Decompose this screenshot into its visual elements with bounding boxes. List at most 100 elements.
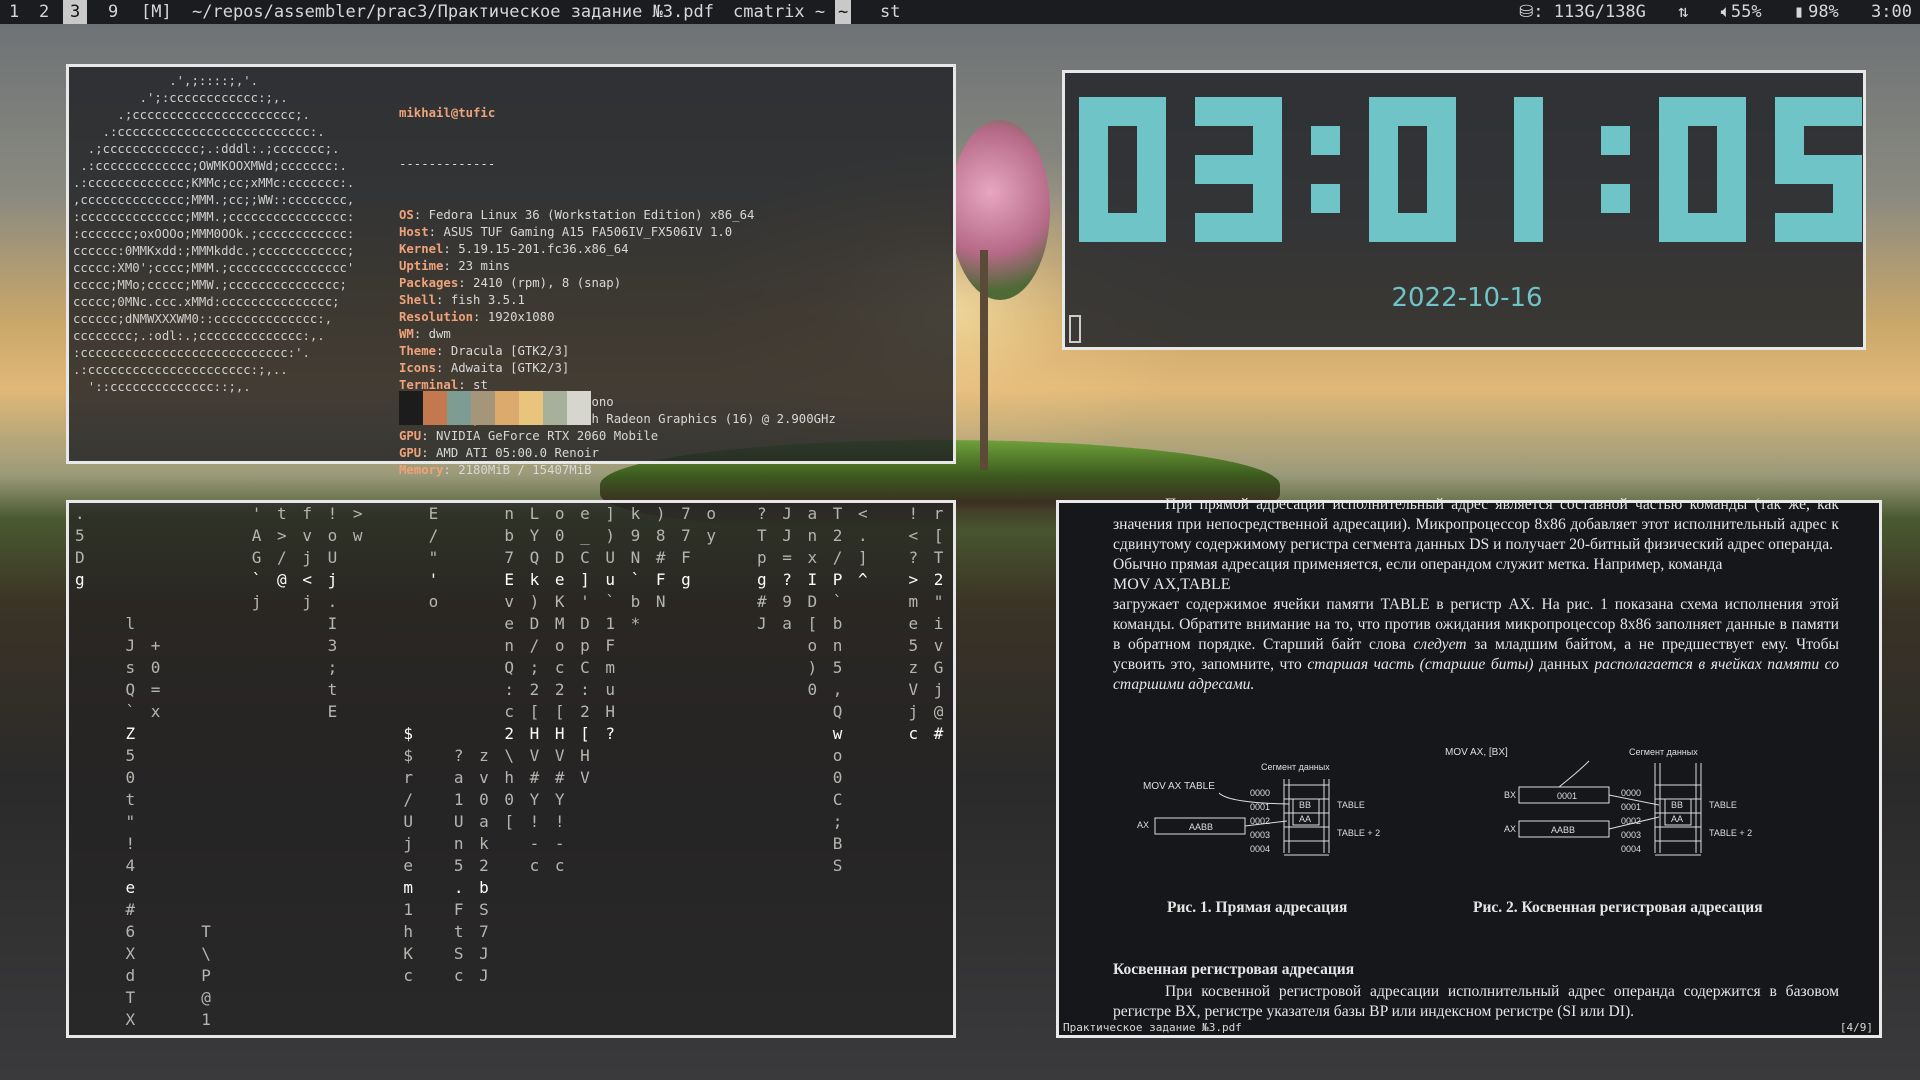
matrix-glyph: o xyxy=(555,636,565,655)
matrix-glyph: : xyxy=(504,680,514,699)
matrix-glyph: o xyxy=(328,526,338,545)
matrix-glyph: 2 xyxy=(833,526,843,545)
svg-text:AX: AX xyxy=(1137,820,1149,830)
svg-text:BB: BB xyxy=(1671,800,1683,810)
tag-9[interactable]: 9 xyxy=(101,0,125,24)
matrix-glyph: d xyxy=(126,966,136,985)
matrix-glyph: 5 xyxy=(454,856,464,875)
info-row: Theme: Dracula [GTK2/3] xyxy=(399,344,570,358)
window-title-pdf[interactable]: ~/repos/assembler/prac3/Практическое зад… xyxy=(192,0,714,24)
matrix-glyph: F xyxy=(605,636,615,655)
window-title-cmatrix[interactable]: cmatrix ~ xyxy=(733,0,825,24)
matrix-glyph: ` xyxy=(605,592,615,611)
svg-text:0000: 0000 xyxy=(1250,788,1270,798)
matrix-glyph: l xyxy=(126,614,136,633)
tag-1[interactable]: 1 xyxy=(2,0,26,24)
matrix-glyph: T xyxy=(757,526,767,545)
matrix-glyph: b xyxy=(504,526,514,545)
matrix-glyph: k xyxy=(530,570,540,589)
matrix-glyph: @ xyxy=(201,988,211,1007)
pdf-viewer[interactable]: При прямой адресации исполнительный адре… xyxy=(1056,496,1882,1038)
matrix-glyph: a xyxy=(807,504,817,523)
matrix-glyph: , xyxy=(833,680,843,699)
matrix-glyph: e xyxy=(908,614,918,633)
svg-text:TABLE: TABLE xyxy=(1337,800,1365,810)
fig1-segment: Сегмент данных xyxy=(1261,762,1330,772)
matrix-glyph: b xyxy=(479,878,489,897)
matrix-glyph: < xyxy=(908,526,918,545)
battery-level: 98% xyxy=(1808,2,1839,22)
clock-date: 2022-10-16 xyxy=(1391,283,1543,313)
matrix-glyph: j xyxy=(302,592,312,611)
volume-level: 55% xyxy=(1730,2,1762,22)
matrix-glyph: H xyxy=(605,702,615,721)
matrix-glyph: t xyxy=(277,504,287,523)
tag-3[interactable]: 3 xyxy=(63,0,88,24)
matrix-glyph: v xyxy=(479,768,489,787)
matrix-glyph: e xyxy=(580,504,590,523)
tree-canopy xyxy=(950,120,1050,300)
cmatrix-terminal[interactable]: .5DglJsQ`Z50t"!4e#6XdTX'+0=xT\P@1E\'AG`j… xyxy=(66,500,956,1038)
pdf-paragraph-3: загружает содержимое ячейки памяти TABLE… xyxy=(1113,596,1839,693)
matrix-glyph: p xyxy=(757,548,767,567)
matrix-glyph: ? xyxy=(908,548,918,567)
matrix-glyph: Q xyxy=(530,548,540,567)
matrix-glyph: ' xyxy=(580,592,590,611)
matrix-glyph: z xyxy=(479,746,489,765)
matrix-glyph: H xyxy=(580,746,590,765)
figure-2-caption: Рис. 2. Косвенная регистровая адресация xyxy=(1473,899,1763,916)
matrix-glyph: - xyxy=(555,834,565,853)
matrix-glyph: ' xyxy=(126,1032,136,1035)
svg-text:0000: 0000 xyxy=(1621,788,1641,798)
clock-text: 3:00 xyxy=(1871,2,1912,22)
matrix-glyph: ) xyxy=(656,504,666,523)
matrix-glyph: J xyxy=(757,614,767,633)
info-row: WM: dwm xyxy=(399,327,451,341)
layout-indicator[interactable]: [M] xyxy=(134,0,179,24)
matrix-glyph: ! xyxy=(908,504,918,523)
svg-text:0002: 0002 xyxy=(1621,816,1641,826)
matrix-glyph: # xyxy=(530,768,540,787)
fig1-instr: MOV AX TABLE xyxy=(1143,781,1215,792)
matrix-glyph: 4 xyxy=(126,856,136,875)
matrix-glyph: a xyxy=(782,614,792,633)
pdf-figures: MOV AX TABLE Сегмент данных 0000 0001 00… xyxy=(1137,747,1752,856)
matrix-glyph: D xyxy=(530,614,540,633)
svg-text:0004: 0004 xyxy=(1250,844,1270,854)
neofetch-terminal[interactable]: .',;::::;,'. .';:cccccccccccc:;,. .;cccc… xyxy=(66,64,956,477)
clock-colon xyxy=(1311,126,1340,213)
matrix-glyph: N xyxy=(631,548,641,567)
matrix-glyph: c xyxy=(504,702,514,721)
info-row: OS: Fedora Linux 36 (Workstation Edition… xyxy=(399,208,755,222)
user-host: mikhail@tufic xyxy=(399,106,496,120)
window-title-st[interactable]: st xyxy=(880,0,900,24)
matrix-glyph: S xyxy=(454,944,464,963)
separator: ------------- xyxy=(399,157,496,171)
tag-2[interactable]: 2 xyxy=(32,0,56,24)
matrix-glyph: g xyxy=(757,570,767,589)
window-title-term[interactable]: ~ xyxy=(835,0,852,24)
figure-1: MOV AX TABLE Сегмент данных 0000 0001 00… xyxy=(1137,762,1380,856)
matrix-glyph: V xyxy=(580,768,590,787)
matrix-glyph: Y xyxy=(530,790,540,809)
matrix-glyph: # xyxy=(555,768,565,787)
info-row: Packages: 2410 (rpm), 8 (snap) xyxy=(399,276,622,290)
matrix-glyph: 2 xyxy=(555,680,565,699)
palette-swatch xyxy=(399,391,423,425)
matrix-glyph: \ xyxy=(504,746,514,765)
pdf-code-line: MOV AX,TABLE xyxy=(1113,576,1231,593)
matrix-glyph: b xyxy=(833,614,843,633)
palette-swatch xyxy=(495,391,519,425)
clock-digit xyxy=(1369,97,1456,242)
matrix-glyph: p xyxy=(580,636,590,655)
matrix-glyph: D xyxy=(580,614,590,633)
matrix-glyph: 3 xyxy=(328,636,338,655)
info-row: GPU: NVIDIA GeForce RTX 2060 Mobile xyxy=(399,429,659,443)
svg-text:AABB: AABB xyxy=(1189,822,1213,832)
matrix-glyph: j xyxy=(328,570,338,589)
info-row: Memory: 2180MiB / 15407MiB xyxy=(399,463,592,477)
clock-digit xyxy=(1659,97,1746,242)
clock-terminal[interactable]: 2022-10-16 xyxy=(1062,70,1866,350)
matrix-glyph: Q xyxy=(833,702,843,721)
matrix-glyph: F xyxy=(656,570,666,589)
